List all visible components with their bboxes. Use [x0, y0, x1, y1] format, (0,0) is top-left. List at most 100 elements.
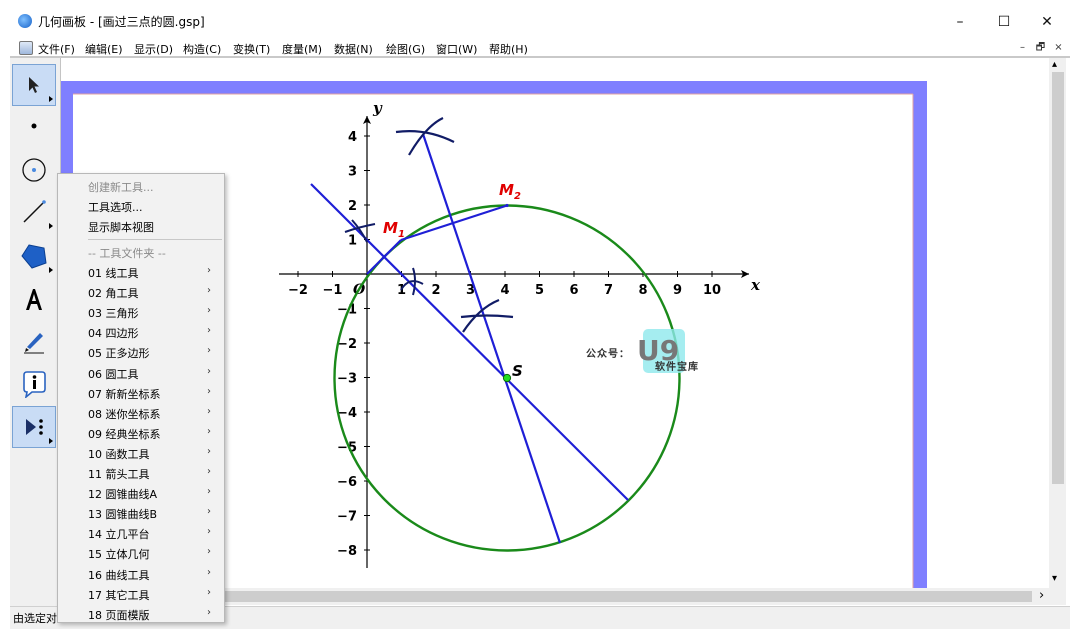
menu-edit[interactable]: 编辑(E)	[85, 41, 123, 57]
compass-tool[interactable]	[13, 150, 55, 190]
custom-tool[interactable]	[12, 406, 56, 448]
point-s[interactable]	[502, 373, 512, 383]
menu-folder-header: -- 工具文件夹 --	[88, 247, 166, 260]
menu-tool-folder-5[interactable]: 05 正多边形	[88, 345, 150, 361]
perpendicular-bisector-2	[421, 133, 562, 544]
point-icon	[31, 123, 37, 129]
menu-data[interactable]: 数据(N)	[334, 41, 373, 57]
information-tool[interactable]	[13, 364, 55, 404]
text-tool[interactable]	[13, 279, 55, 319]
menu-tool-folder-7[interactable]: 07 新新坐标系	[88, 386, 161, 402]
tool-submenu-arrow-icon	[49, 438, 53, 444]
y-tick-label: −7	[337, 510, 357, 525]
menu-construct[interactable]: 构造(C)	[183, 41, 221, 57]
marker-pen-icon	[24, 333, 44, 354]
submenu-arrow-icon: ›	[207, 606, 211, 618]
menu-help[interactable]: 帮助(H)	[489, 41, 528, 57]
point-tool[interactable]	[13, 106, 55, 146]
watermark-sub: 软件宝库	[655, 362, 699, 373]
menu-transform[interactable]: 变换(T)	[233, 41, 270, 57]
menu-measure[interactable]: 度量(M)	[282, 41, 322, 57]
doc-close-button[interactable]: ×	[1051, 42, 1066, 54]
label-m1: M1	[383, 219, 405, 240]
submenu-arrow-icon: ›	[207, 566, 211, 578]
menu-tool-folder-8[interactable]: 08 迷你坐标系	[88, 406, 161, 422]
tool-submenu-arrow-icon	[49, 96, 53, 102]
x-tick-label: 5	[535, 283, 544, 298]
app-icon	[18, 14, 32, 28]
x-tick-label: 9	[673, 283, 682, 298]
doc-minimize-button[interactable]: –	[1015, 42, 1030, 54]
label-m2-sub: 2	[514, 191, 521, 202]
menu-tool-folder-18[interactable]: 18 页面模版	[88, 607, 150, 622]
close-button[interactable]: ✕	[1027, 9, 1067, 35]
y-tick-label: 4	[348, 130, 357, 145]
menu-graph[interactable]: 绘图(G)	[386, 41, 425, 57]
menu-tool-folder-13[interactable]: 13 圆锥曲线B	[88, 506, 157, 522]
y-axis-label: y	[372, 99, 383, 117]
info-icon	[23, 371, 46, 398]
arrow-tool[interactable]	[12, 64, 56, 106]
menu-tool-folder-11[interactable]: 11 箭头工具	[88, 466, 150, 482]
maximize-button[interactable]: ☐	[984, 9, 1024, 35]
menu-tool-folder-6[interactable]: 06 圆工具	[88, 366, 139, 382]
vertical-scroll-thumb[interactable]	[1052, 72, 1064, 484]
y-tick-marks: 4321−1−2−3−4−5−6−7−8	[337, 130, 370, 559]
straightedge-tool[interactable]	[13, 192, 55, 232]
menu-tool-folder-17[interactable]: 17 其它工具	[88, 587, 150, 603]
x-tick-label: 7	[604, 283, 613, 298]
polygon-tool[interactable]	[13, 236, 55, 276]
custom-tools-menu: 创建新工具... 工具选项... 显示脚本视图 -- 工具文件夹 -- 01 线…	[57, 173, 225, 623]
marker-tool[interactable]	[13, 321, 55, 361]
submenu-arrow-icon: ›	[207, 385, 211, 397]
menu-tool-folder-14[interactable]: 14 立几平台	[88, 526, 150, 542]
submenu-arrow-icon: ›	[207, 526, 211, 538]
submenu-arrow-icon: ›	[207, 546, 211, 558]
x-tick-label: −1	[323, 283, 343, 298]
label-m2: M2	[499, 181, 521, 202]
x-tick-label: 2	[431, 283, 440, 298]
menu-tool-folder-2[interactable]: 02 角工具	[88, 285, 139, 301]
chord-m1-m2	[400, 204, 508, 242]
menu-tool-folder-3[interactable]: 03 三角形	[88, 305, 139, 321]
menu-tool-folder-10[interactable]: 10 函数工具	[88, 446, 150, 462]
menu-display[interactable]: 显示(D)	[134, 41, 173, 57]
point-m2[interactable]	[505, 203, 509, 208]
menu-tool-folder-15[interactable]: 15 立体几何	[88, 546, 150, 562]
scroll-up-arrow-icon[interactable]: ▴	[1052, 59, 1057, 70]
submenu-arrow-icon: ›	[207, 466, 211, 477]
minimize-button[interactable]: –	[940, 9, 980, 35]
menu-tool-folder-12[interactable]: 12 圆锥曲线A	[88, 486, 157, 502]
selection-arrow-icon	[29, 77, 39, 93]
submenu-arrow-icon: ›	[207, 265, 211, 276]
x-tick-label: −2	[288, 283, 308, 298]
perpendicular-bisector-1	[310, 183, 629, 501]
title-bar: 几何画板 - [画过三点的圆.gsp] – ☐ ✕	[0, 0, 1080, 40]
watermark-prefix: 公众号：	[586, 349, 630, 360]
menu-file[interactable]: 文件(F)	[38, 41, 75, 57]
toolbox	[10, 58, 61, 606]
doc-restore-button[interactable]: 🗗	[1033, 42, 1048, 54]
y-tick-label: 1	[348, 234, 357, 249]
menu-tool-options[interactable]: 工具选项...	[88, 199, 143, 215]
menu-tool-folder-4[interactable]: 04 四边形	[88, 325, 139, 341]
submenu-arrow-icon: ›	[207, 506, 211, 518]
menu-tool-folder-9[interactable]: 09 经典坐标系	[88, 426, 161, 442]
scroll-right-arrow-icon[interactable]: ›	[1039, 588, 1044, 603]
menu-tool-folder-1[interactable]: 01 线工具	[88, 265, 139, 281]
menu-show-script-view[interactable]: 显示脚本视图	[88, 219, 154, 235]
y-tick-label: −8	[337, 544, 357, 559]
menu-create-new-tool[interactable]: 创建新工具...	[88, 179, 154, 195]
scroll-down-arrow-icon[interactable]: ▾	[1052, 573, 1057, 584]
tool-submenu-arrow-icon	[49, 267, 53, 273]
x-tick-label: 8	[638, 283, 647, 298]
y-tick-label: 2	[348, 199, 357, 214]
submenu-arrow-icon: ›	[207, 285, 211, 297]
status-text: 由选定对	[13, 612, 57, 625]
horizontal-scroll-thumb[interactable]	[224, 591, 1032, 602]
menu-tool-folder-16[interactable]: 16 曲线工具	[88, 567, 150, 583]
window-title: 几何画板 - [画过三点的圆.gsp]	[38, 15, 205, 29]
menu-window[interactable]: 窗口(W)	[436, 41, 477, 57]
line-segment-icon	[23, 200, 46, 223]
document-icon[interactable]	[19, 41, 33, 55]
